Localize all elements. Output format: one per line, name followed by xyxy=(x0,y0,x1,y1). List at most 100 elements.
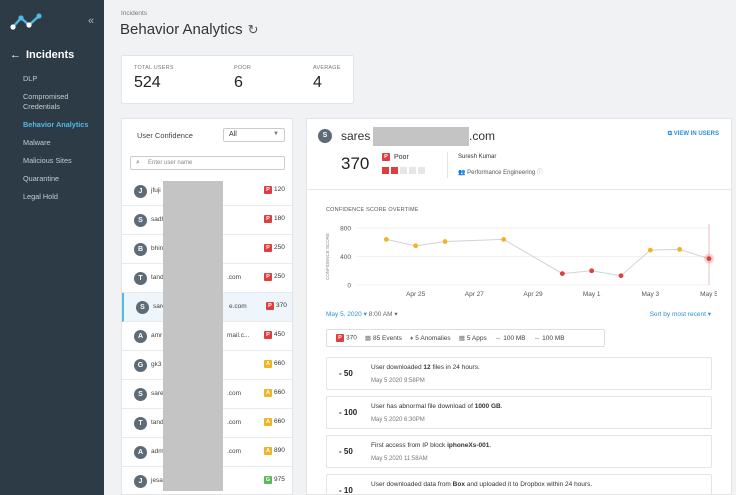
data-point xyxy=(559,271,565,276)
info-icon[interactable]: ⓘ xyxy=(537,170,543,176)
event-description: User downloaded 12 files in 24 hours. xyxy=(371,364,480,371)
user-score: 890 xyxy=(274,447,285,454)
sort-dropdown[interactable]: Sort by most recent ▾ xyxy=(650,310,711,318)
refresh-icon[interactable]: ↻ xyxy=(248,22,259,38)
user-email-end: .com xyxy=(469,129,496,143)
data-point xyxy=(501,237,507,242)
collapse-sidebar-icon[interactable]: « xyxy=(88,15,94,27)
summary-upload-value: 100 MB xyxy=(503,334,526,342)
y-tick-label: 400 xyxy=(340,254,351,261)
user-name: amr xyxy=(151,332,163,339)
sidebar-item-compromised-credentials[interactable]: Compromised Credentials xyxy=(23,92,101,111)
search-icon: ⌕ xyxy=(136,159,140,166)
rating-badge-icon: G xyxy=(264,476,272,484)
event-timestamp: May 5 2020 6:30PM xyxy=(371,417,425,423)
breadcrumb[interactable]: Incidents xyxy=(121,10,147,17)
filter-value: All xyxy=(229,131,237,138)
page-title-row: Behavior Analytics ↻ xyxy=(120,21,258,38)
user-email-tail: .com xyxy=(227,448,242,455)
rating-badge-icon: P xyxy=(264,273,272,281)
user-name: jesa xyxy=(151,477,163,484)
date-time-filter[interactable]: May 5, 2020 ▾ 8:00 AM ▾ xyxy=(326,310,398,318)
rating-level-bar xyxy=(400,167,407,174)
event-text: User downloaded xyxy=(371,364,424,371)
event-description: User downloaded data from Box and upload… xyxy=(371,481,592,488)
rating-badge-icon: A xyxy=(264,389,272,397)
rating-level-bar xyxy=(418,167,425,174)
stat-value: 6 xyxy=(234,74,243,91)
stats-card: TOTAL USERS 524 POOR 6 AVERAGE 4 xyxy=(121,55,354,104)
stat-label: AVERAGE xyxy=(313,65,341,71)
chevron-down-icon: ▼ xyxy=(273,131,279,137)
user-email-tail: .com xyxy=(227,419,242,426)
department: 👥 Performance Engineering ⓘ xyxy=(458,167,543,176)
data-point xyxy=(677,246,683,252)
event-highlight: 1000 GB xyxy=(474,403,501,410)
event-text: files in 24 hours. xyxy=(430,364,480,371)
sidebar-item-malware[interactable]: Malware xyxy=(23,138,101,148)
series-line xyxy=(386,238,710,277)
avatar: T xyxy=(134,272,147,285)
user-score: 660 xyxy=(274,389,285,396)
transfer-icon: ⇔ xyxy=(494,334,502,342)
event-text: . xyxy=(489,442,492,449)
sidebar: « ← Incidents DLP Compromised Credentials… xyxy=(0,0,104,495)
rating-badge-icon: A xyxy=(264,447,272,455)
sidebar-item-behavior-analytics[interactable]: Behavior Analytics xyxy=(23,120,101,130)
apps-grid-icon: ▦ xyxy=(458,335,465,342)
confidence-filter-select[interactable]: All ▼ xyxy=(223,128,285,142)
divider xyxy=(447,152,448,178)
stat-total-users: TOTAL USERS 524 xyxy=(134,65,174,92)
score-delta: - 50 xyxy=(339,447,353,456)
sidebar-item-dlp[interactable]: DLP xyxy=(23,74,101,84)
sidebar-menu: DLP Compromised Credentials Behavior Analy… xyxy=(23,74,101,210)
x-tick-label: Apr 25 xyxy=(406,291,426,298)
data-point xyxy=(442,239,448,244)
rating-label: Poor xyxy=(394,153,409,161)
avatar: S xyxy=(318,129,332,143)
sort-label: Sort by most recent xyxy=(649,311,706,318)
event-text: and uploaded it to Dropbox within 24 hou… xyxy=(464,481,593,488)
stat-poor: POOR 6 xyxy=(234,65,251,92)
user-score: 250 xyxy=(274,273,285,280)
user-search-input[interactable]: ⌕ Enter user name xyxy=(130,156,285,170)
user-score: 450 xyxy=(274,331,285,338)
redaction-block xyxy=(373,127,469,146)
view-in-users-link[interactable]: ⧉ VIEW IN USERS xyxy=(668,131,719,138)
stat-label: TOTAL USERS xyxy=(134,65,174,71)
user-score: 660 xyxy=(274,418,285,425)
event-timestamp: May 5 2020 9:58PM xyxy=(371,378,425,384)
poor-badge-icon: P xyxy=(382,153,390,161)
event-card[interactable]: - 100 User has abnormal file download of … xyxy=(326,396,712,429)
sidebar-item-malicious-sites[interactable]: Malicious Sites xyxy=(23,156,101,166)
rating-badge-icon: P xyxy=(264,331,272,339)
user-name: bhin xyxy=(151,245,164,252)
rating-badge-icon: P xyxy=(266,302,274,310)
summary-upload: ⇔ 100 MB xyxy=(495,335,526,342)
event-card[interactable]: - 50 First access from IP block iphoneXs-… xyxy=(326,435,712,468)
back-to-incidents[interactable]: ← Incidents xyxy=(10,49,74,61)
sidebar-item-legal-hold[interactable]: Legal Hold xyxy=(23,192,101,202)
sidebar-item-quarantine[interactable]: Quarantine xyxy=(23,174,101,184)
event-summary-bar: P 370 ▦ 85 Events ♦ 5 Anomalies ▦ 5 Apps ⇔ 10… xyxy=(326,329,605,347)
user-score: 250 xyxy=(274,244,285,251)
rating-level-bar xyxy=(391,167,398,174)
event-card[interactable]: - 10 User downloaded data from Box and up… xyxy=(326,474,712,495)
stat-value: 4 xyxy=(313,74,322,91)
stat-average: AVERAGE 4 xyxy=(313,65,341,92)
user-score: 660 xyxy=(274,360,285,367)
summary-anomalies-value: 5 Anomalies xyxy=(415,334,451,342)
event-text: First access from IP block xyxy=(371,442,448,449)
y-tick-label: 800 xyxy=(340,226,351,233)
confidence-score-chart[interactable]: 800 400 0 CONFIDENCE SCORE Apr 25 Apr 27 Apr 2… xyxy=(317,219,717,301)
event-card[interactable]: - 50 User downloaded 12 files in 24 hours… xyxy=(326,357,712,390)
stat-value: 524 xyxy=(134,74,161,91)
event-text: User downloaded data from xyxy=(371,481,453,488)
data-point xyxy=(706,256,712,262)
time-filter-value: 8:00 AM xyxy=(368,311,393,318)
back-arrow-icon: ← xyxy=(10,49,21,61)
summary-events: ▦ 85 Events xyxy=(365,334,402,342)
brand-logo[interactable] xyxy=(10,12,44,32)
user-name: jfuji xyxy=(151,187,161,194)
rating-level-bar xyxy=(382,167,389,174)
